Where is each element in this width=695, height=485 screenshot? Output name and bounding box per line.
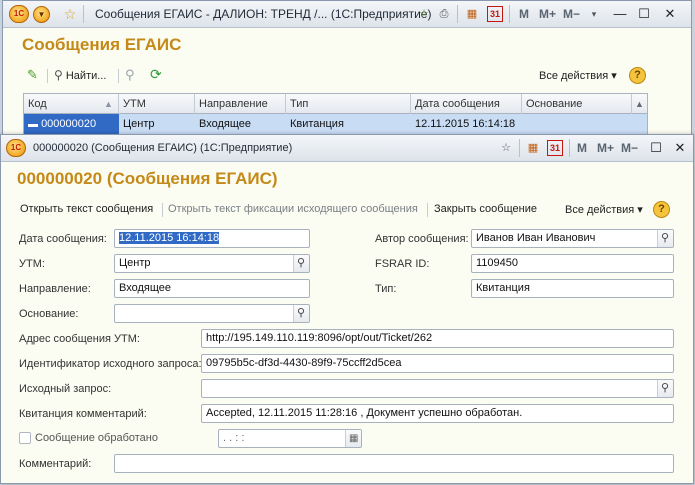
column-header-basis[interactable]: Основание <box>522 94 632 114</box>
main-window-title: Сообщения ЕГАИС - ДАЛИОН: ТРЕНД /... (1С… <box>95 7 432 21</box>
column-header-date[interactable]: Дата сообщения <box>411 94 522 114</box>
search-icon: ⚲ <box>54 68 63 82</box>
maximize-button[interactable]: ☐ <box>633 4 655 24</box>
find-label: Найти... <box>65 70 107 82</box>
calendar-picker-icon[interactable]: ▦ <box>345 430 361 447</box>
row-code-cell[interactable]: ▬ 000000020 <box>24 114 119 134</box>
calendar-icon[interactable]: 31 <box>487 6 503 22</box>
favorite-star-icon[interactable]: ☆ <box>61 5 79 23</box>
main-heading: Сообщения ЕГАИС <box>22 35 182 54</box>
direction-field[interactable]: Входящее <box>114 279 310 298</box>
basis-search-icon[interactable]: ⚲ <box>293 305 309 322</box>
memory-plus-button[interactable]: M+ <box>539 7 556 21</box>
utm-field[interactable]: Центр ⚲ <box>114 254 310 273</box>
source-request-field[interactable]: ⚲ <box>201 379 674 398</box>
detail-memory-minus-button[interactable]: M− <box>621 141 638 155</box>
source-request-label: Исходный запрос: <box>19 383 112 395</box>
processed-label: Сообщение обработано <box>35 432 158 444</box>
detail-app-logo-icon[interactable]: 1С <box>6 139 26 157</box>
receipt-comment-field[interactable]: Accepted, 12.11.2015 11:28:16 , Документ… <box>201 404 674 423</box>
request-id-label: Идентификатор исходного запроса: <box>19 358 202 370</box>
main-all-actions-button[interactable]: Все действия ▾ <box>539 69 617 82</box>
close-message-button[interactable]: Закрыть сообщение <box>434 203 537 215</box>
column-header-type[interactable]: Тип <box>286 94 411 114</box>
date-field[interactable]: 12.11.2015 16:14:18 <box>114 229 310 248</box>
detail-all-actions-button[interactable]: Все действия ▾ <box>565 203 643 216</box>
author-label: Автор сообщения: <box>375 233 469 245</box>
main-window: 1С ▼ ☆ Сообщения ЕГАИС - ДАЛИОН: ТРЕНД /… <box>2 0 692 150</box>
messages-table[interactable]: Код ▲ УТМ Направление Тип Дата сообщения… <box>23 93 648 137</box>
direction-label: Направление: <box>19 283 91 295</box>
print-icon[interactable]: ⎙ <box>435 5 453 23</box>
author-search-icon[interactable]: ⚲ <box>657 230 673 247</box>
open-message-text-button[interactable]: Открыть текст сообщения <box>20 203 153 215</box>
row-direction-cell[interactable]: Входящее <box>195 114 286 134</box>
cancel-search-icon[interactable]: ⚲ <box>125 67 135 83</box>
main-help-icon[interactable]: ? <box>629 67 646 84</box>
date-field-value: 12.11.2015 16:14:18 <box>119 232 220 244</box>
refresh-icon[interactable]: ⟳ <box>150 66 162 83</box>
open-fix-text-button[interactable]: Открыть текст фиксации исходящего сообще… <box>168 203 418 215</box>
detail-favorite-icon[interactable]: ☆ <box>497 139 515 157</box>
scroll-up-icon[interactable]: ▲ <box>632 94 648 114</box>
minimize-button[interactable]: — <box>609 4 631 24</box>
request-id-field[interactable]: 09795b5c-df3d-4430-89f9-75ccff2d5cea <box>201 354 674 373</box>
main-menu-dropdown-icon[interactable]: ▼ <box>33 6 50 23</box>
detail-calendar-icon[interactable]: 31 <box>547 140 563 156</box>
fsrar-field[interactable]: 1109450 <box>471 254 674 273</box>
row-utm-cell[interactable]: Центр <box>119 114 195 134</box>
table-row[interactable]: ▬ 000000020 Центр Входящее Квитанция 12.… <box>24 114 647 134</box>
detail-window-title: 000000020 (Сообщения ЕГАИС) (1С:Предприя… <box>33 142 293 154</box>
row-marker-icon: ▬ <box>28 119 38 130</box>
source-request-search-icon[interactable]: ⚲ <box>657 380 673 397</box>
author-field[interactable]: Иванов Иван Иванович ⚲ <box>471 229 674 248</box>
close-button[interactable]: ✕ <box>659 4 681 24</box>
basis-field[interactable]: ⚲ <box>114 304 310 323</box>
detail-close-button[interactable]: ✕ <box>669 138 691 158</box>
processed-date-value: . . : : <box>223 432 245 444</box>
utm-label: УТМ: <box>19 258 45 270</box>
row-type-cell[interactable]: Квитанция <box>286 114 411 134</box>
detail-window: 1С 000000020 (Сообщения ЕГАИС) (1С:Предп… <box>0 134 694 484</box>
detail-heading: 000000020 (Сообщения ЕГАИС) <box>17 169 278 188</box>
processed-checkbox[interactable] <box>19 432 31 444</box>
type-label: Тип: <box>375 283 397 295</box>
comment-label: Комментарий: <box>19 458 92 470</box>
utm-search-icon[interactable]: ⚲ <box>293 255 309 272</box>
detail-memory-m-button[interactable]: M <box>577 141 587 155</box>
sort-ascending-icon: ▲ <box>104 99 113 109</box>
find-button[interactable]: ⚲ Найти... <box>54 68 106 82</box>
basis-label: Основание: <box>19 308 79 320</box>
comment-field[interactable] <box>114 454 674 473</box>
detail-titlebar: 1С 000000020 (Сообщения ЕГАИС) (1С:Предп… <box>1 135 693 162</box>
app-logo-icon[interactable]: 1С <box>9 5 29 23</box>
processed-date-field[interactable]: . . : : ▦ <box>218 429 362 448</box>
calculator-icon[interactable]: ▦ <box>463 5 481 23</box>
type-field[interactable]: Квитанция <box>471 279 674 298</box>
detail-memory-plus-button[interactable]: M+ <box>597 141 614 155</box>
utm-address-field[interactable]: http://195.149.110.119:8096/opt/out/Tick… <box>201 329 674 348</box>
memory-minus-button[interactable]: M− <box>563 7 580 21</box>
memory-m-button[interactable]: M <box>519 7 529 21</box>
row-basis-cell[interactable] <box>522 114 632 134</box>
detail-maximize-button[interactable]: ☐ <box>645 138 667 158</box>
detail-help-icon[interactable]: ? <box>653 201 670 218</box>
edit-pencil-icon[interactable]: ✎ <box>27 67 38 83</box>
column-header-utm[interactable]: УТМ <box>119 94 195 114</box>
fsrar-label: FSRAR ID: <box>375 258 430 270</box>
row-date-cell[interactable]: 12.11.2015 16:14:18 <box>411 114 522 134</box>
detail-calculator-icon[interactable]: ▦ <box>524 139 542 157</box>
receipt-comment-label: Квитанция комментарий: <box>19 408 147 420</box>
utm-address-label: Адрес сообщения УТМ: <box>19 333 140 345</box>
main-titlebar: 1С ▼ ☆ Сообщения ЕГАИС - ДАЛИОН: ТРЕНД /… <box>3 1 691 28</box>
title-chevron-down-icon[interactable]: ▾ <box>585 5 603 23</box>
utm-field-value: Центр <box>119 257 151 269</box>
column-header-direction[interactable]: Направление <box>195 94 286 114</box>
author-field-value: Иванов Иван Иванович <box>476 232 596 244</box>
add-to-favorites-icon[interactable]: ☆ <box>415 5 433 23</box>
table-header: Код ▲ УТМ Направление Тип Дата сообщения… <box>24 94 647 114</box>
date-label: Дата сообщения: <box>19 233 107 245</box>
